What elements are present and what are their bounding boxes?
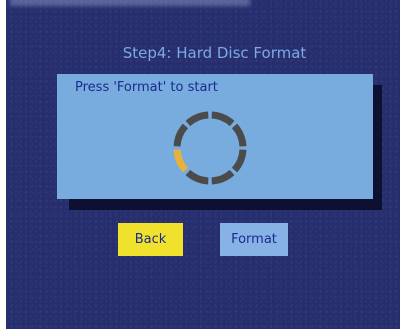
progress-segment bbox=[231, 149, 247, 173]
progress-segment-active bbox=[173, 149, 189, 173]
instruction-text: Press 'Format' to start bbox=[75, 80, 218, 95]
format-button[interactable]: Format bbox=[220, 223, 288, 256]
progress-segment bbox=[231, 123, 247, 147]
progress-segment bbox=[211, 169, 235, 185]
progress-segment bbox=[211, 111, 235, 127]
left-border bbox=[0, 0, 6, 329]
dialog-title: Step4: Hard Disc Format bbox=[122, 44, 307, 62]
previous-screen-remnant bbox=[10, 0, 250, 6]
format-panel: Press 'Format' to start bbox=[57, 74, 373, 199]
progress-ring-icon bbox=[173, 111, 247, 185]
back-button[interactable]: Back bbox=[118, 223, 183, 256]
progress-segment bbox=[185, 111, 209, 127]
progress-segment bbox=[185, 169, 209, 185]
format-screen: Step4: Hard Disc Format Press 'Format' t… bbox=[0, 0, 405, 329]
progress-segment bbox=[173, 123, 189, 147]
